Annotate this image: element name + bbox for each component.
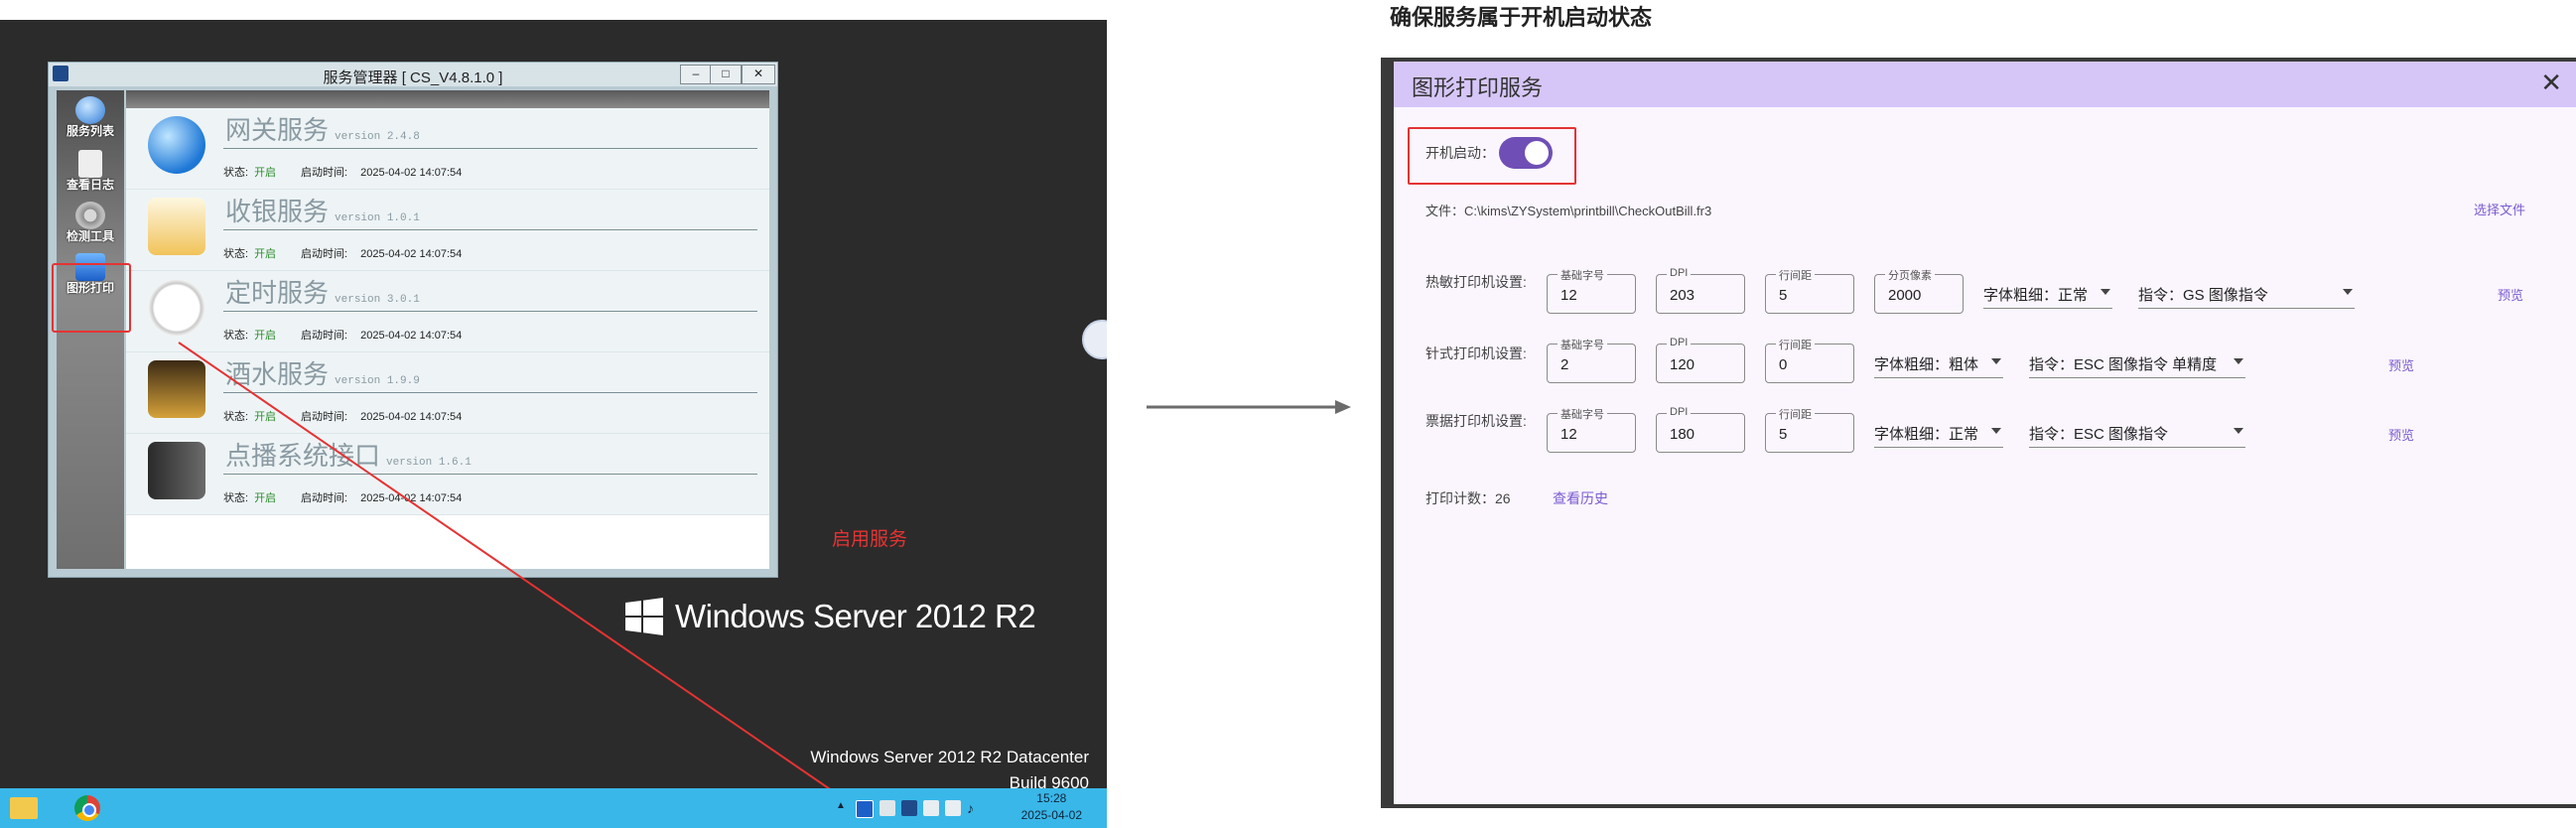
tray-expand-icon[interactable]: ▲ [836,800,846,811]
windows-desktop: 服务管理器 [ CS_V4.8.1.0 ] – □ ✕ 服务列表 查看日志 检测… [0,20,1107,828]
toggle-knob [1525,141,1549,165]
network-icon[interactable] [945,800,961,816]
ticket-preview-link[interactable]: 预览 [2388,425,2414,444]
ticket-font-weight-select[interactable]: 字体粗细：正常 [1874,423,2003,448]
chevron-down-icon [1991,358,2001,364]
choose-file-link[interactable]: 选择文件 [2474,200,2525,218]
chevron-down-icon [2234,358,2243,364]
thermal-dpi-field[interactable]: DPI 203 [1656,267,1745,314]
needle-command-select[interactable]: 指令：ESC 图像指令 单精度 [2029,353,2245,378]
needle-font-weight-select[interactable]: 字体粗细：粗体 [1874,353,2003,378]
file-explorer-icon[interactable] [6,792,42,824]
ticket-printer-label: 票据打印机设置: [1425,413,1527,429]
ticket-line-spacing-field[interactable]: 行间距 5 [1765,406,1854,453]
needle-preview-link[interactable]: 预览 [2388,355,2414,374]
annotation-arrow [178,342,856,807]
graphic-print-tray-icon[interactable] [856,800,874,818]
view-history-link[interactable]: 查看历史 [1553,488,1608,508]
ticket-base-font-field[interactable]: 基础字号 12 [1547,406,1636,453]
clock-date: 2025-04-02 [1020,808,1082,822]
ticket-dpi-field[interactable]: DPI 180 [1656,406,1745,453]
thermal-base-font-field[interactable]: 基础字号 12 [1547,267,1636,314]
step-caption: 确保服务属于开机启动状态 [1390,5,1653,30]
chevron-down-icon [1991,428,2001,434]
chevron-down-icon [2234,428,2243,434]
taskbar: ▲ ♪ 15:28 2025-04-02 [0,788,1107,828]
tray-icon[interactable] [923,800,939,816]
speaker-icon[interactable]: ♪ [967,800,983,816]
autostart-toggle[interactable] [1499,137,1553,169]
needle-printer-label: 针式打印机设置: [1425,345,1527,361]
chrome-icon[interactable] [69,792,105,824]
taskbar-clock[interactable]: 15:28 2025-04-02 [1021,790,1082,824]
chevron-down-icon [2101,289,2110,295]
ticket-command-select[interactable]: 指令：ESC 图像指令 [2029,423,2245,448]
transition-arrow-icon [1147,400,1351,414]
dialog-header: 图形打印服务 ✕ [1394,62,2576,107]
thermal-command-select[interactable]: 指令：GS 图像指令 [2138,284,2355,309]
needle-base-font-field[interactable]: 基础字号 2 [1547,337,1636,383]
clock-time: 15:28 [1036,791,1067,805]
close-icon[interactable]: ✕ [2540,68,2562,98]
service-manager-tray-icon[interactable] [901,800,917,816]
print-count: 打印计数：26 [1425,490,1511,506]
needle-dpi-field[interactable]: DPI 120 [1656,337,1745,383]
thermal-page-pixels-field[interactable]: 分页像素 2000 [1874,267,1964,314]
tray-icon[interactable] [880,800,895,816]
file-path: 文件：C:\kims\ZYSystem\printbill\CheckOutBi… [1425,204,1712,218]
thermal-line-spacing-field[interactable]: 行间距 5 [1765,267,1854,314]
thermal-font-weight-select[interactable]: 字体粗细：正常 [1983,284,2112,309]
thermal-printer-label: 热敏打印机设置: [1425,274,1527,290]
chevron-down-icon [2343,289,2353,295]
dialog-title: 图形打印服务 [1412,75,1544,100]
needle-line-spacing-field[interactable]: 行间距 0 [1765,337,1854,383]
thermal-preview-link[interactable]: 预览 [2498,285,2523,304]
